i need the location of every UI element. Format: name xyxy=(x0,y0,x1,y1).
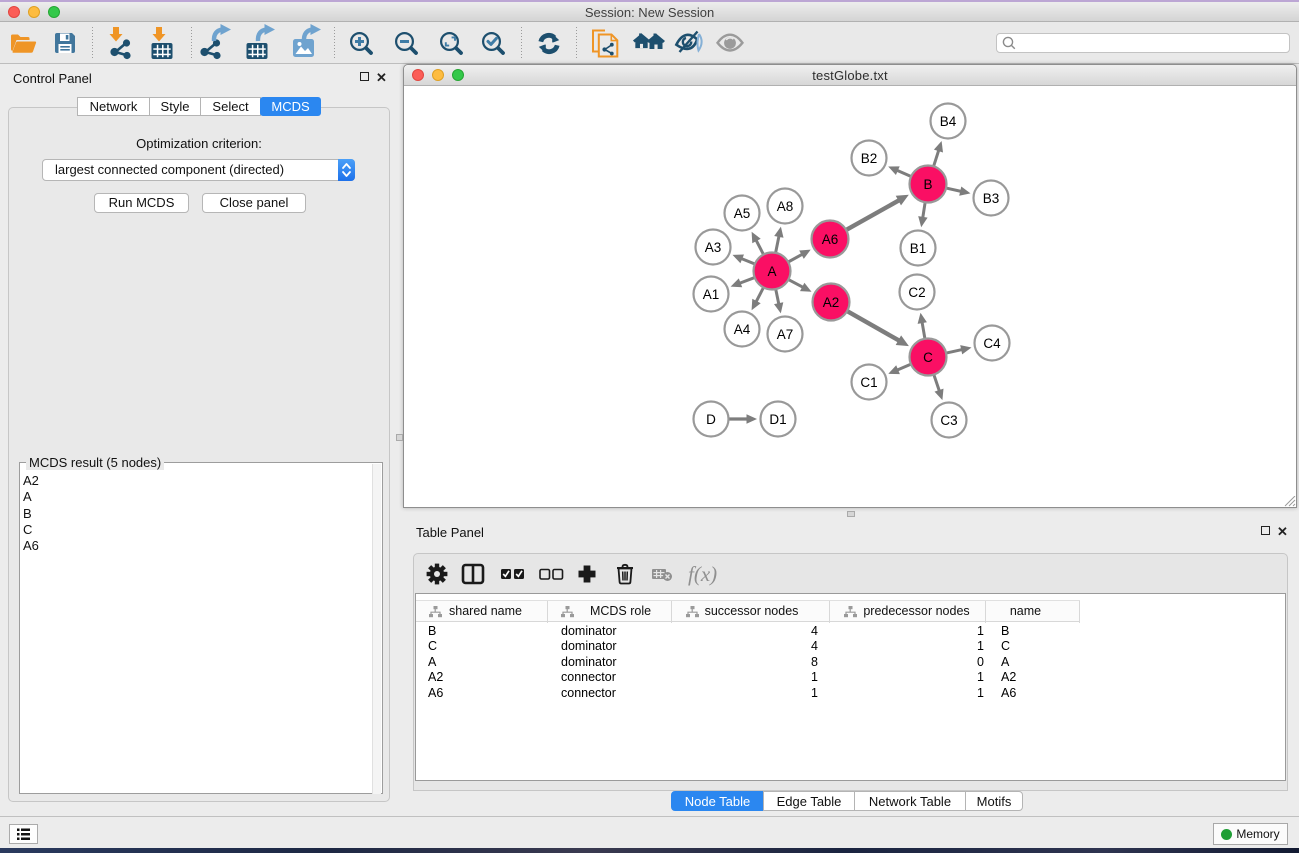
svg-text:B4: B4 xyxy=(940,114,957,129)
svg-text:B2: B2 xyxy=(861,151,878,166)
svg-text:A4: A4 xyxy=(734,322,751,337)
svg-text:D1: D1 xyxy=(769,412,786,427)
svg-text:A2: A2 xyxy=(823,295,840,310)
svg-text:A1: A1 xyxy=(703,287,720,302)
svg-text:A3: A3 xyxy=(705,240,722,255)
svg-text:A7: A7 xyxy=(777,327,794,342)
svg-text:B: B xyxy=(923,177,932,192)
svg-text:f(x): f(x) xyxy=(688,562,717,586)
svg-text:A6: A6 xyxy=(822,232,839,247)
svg-text:B1: B1 xyxy=(910,241,927,256)
svg-text:C4: C4 xyxy=(983,336,1001,351)
svg-text:B3: B3 xyxy=(983,191,1000,206)
svg-text:A8: A8 xyxy=(777,199,794,214)
svg-text:A: A xyxy=(767,264,776,279)
svg-text:C: C xyxy=(923,350,933,365)
svg-text:C3: C3 xyxy=(940,413,957,428)
svg-text:A5: A5 xyxy=(734,206,751,221)
svg-text:C2: C2 xyxy=(908,285,925,300)
svg-text:C1: C1 xyxy=(860,375,877,390)
svg-text:D: D xyxy=(706,412,716,427)
